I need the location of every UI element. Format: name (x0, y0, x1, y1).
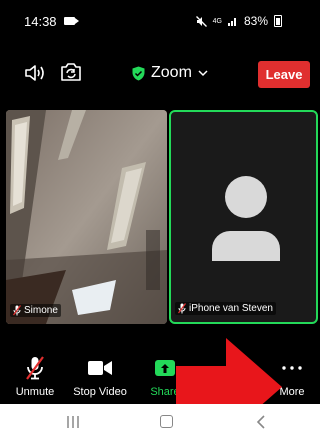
muted-mic-icon (13, 305, 21, 316)
unmute-label: Unmute (15, 386, 55, 398)
muted-mic-icon (178, 303, 186, 314)
status-bar: 14:38 4G 83% (0, 0, 320, 44)
stop-video-label: Stop Video (73, 386, 127, 398)
camera-feed-image (6, 110, 167, 324)
meeting-top-bar: Zoom Leave (0, 44, 320, 102)
battery-percent: 83% (243, 14, 268, 28)
muted-microphone-icon (26, 356, 44, 380)
video-tile-simone[interactable]: Simone (6, 110, 167, 324)
back-icon[interactable] (256, 415, 266, 429)
speaker-icon[interactable] (24, 64, 46, 82)
status-indicators: 4G 83% (195, 14, 282, 28)
participant-name: Simone (24, 305, 58, 316)
status-time: 14:38 (24, 14, 57, 29)
meeting-title-label: Zoom (151, 64, 192, 81)
signal-icon (227, 18, 236, 26)
network-type-label: 4G (212, 17, 222, 25)
more-dots-icon (282, 366, 302, 370)
switch-camera-icon[interactable] (59, 61, 83, 83)
avatar-placeholder-icon (212, 176, 280, 261)
more-label: More (279, 386, 305, 398)
home-icon[interactable] (160, 415, 173, 428)
participant-name: iPhone van Steven (189, 303, 273, 314)
meeting-title[interactable]: Zoom (132, 64, 208, 82)
unmute-button[interactable]: Unmute (2, 356, 68, 398)
video-notification-icon (64, 17, 79, 25)
chevron-down-icon (198, 69, 208, 76)
video-camera-icon (88, 361, 112, 375)
android-nav-bar (0, 404, 320, 436)
mute-icon (195, 15, 207, 27)
share-screen-icon (155, 360, 175, 376)
video-tile-iphone-van-steven[interactable]: iPhone van Steven (169, 110, 318, 324)
participant-label: iPhone van Steven (175, 302, 276, 315)
recent-apps-icon[interactable] (66, 416, 80, 428)
stop-video-button[interactable]: Stop Video (67, 356, 133, 398)
leave-button[interactable]: Leave (258, 61, 310, 88)
security-shield-icon (132, 66, 145, 80)
battery-icon (274, 15, 282, 27)
participant-label: Simone (10, 304, 61, 317)
